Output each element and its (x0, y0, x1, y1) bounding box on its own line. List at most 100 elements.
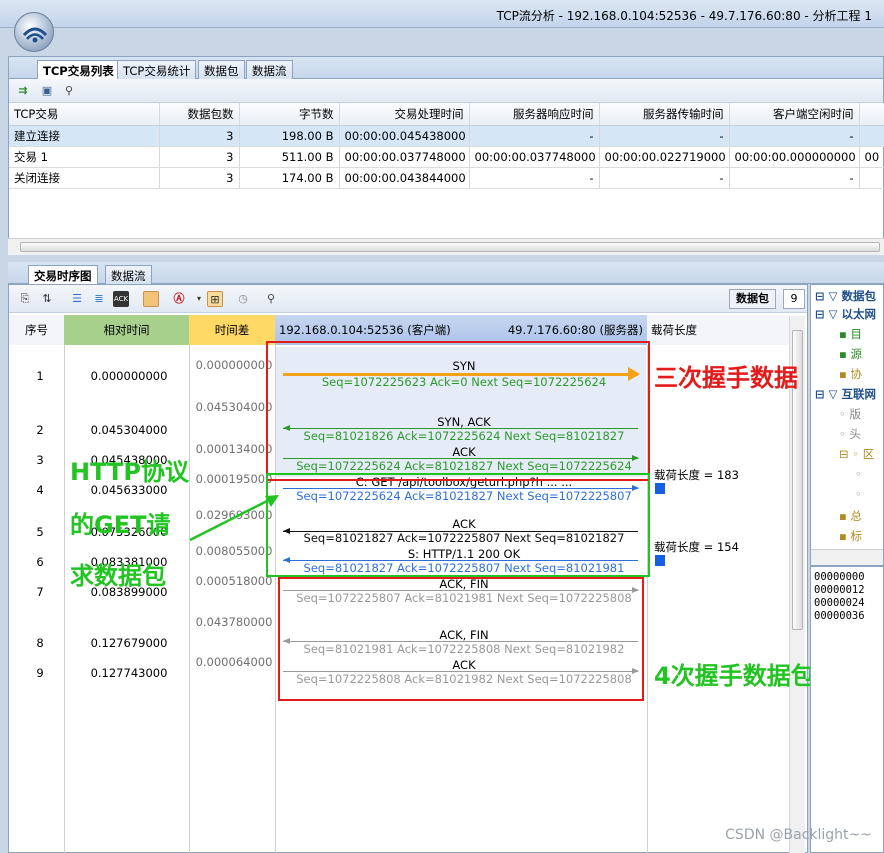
payload-marker (655, 555, 665, 566)
tree-node[interactable]: ◦ (855, 485, 862, 503)
col-header-bytes[interactable]: 字节数 (239, 103, 340, 126)
hex-offset: 00000024 (814, 597, 865, 609)
tab-bottom-data-flow[interactable]: 数据流 (105, 265, 152, 284)
tree-node[interactable]: ◦ 版 (839, 405, 861, 423)
packet-time-diff: 0.043780000 (195, 615, 273, 629)
header-payload: 载荷长度 (647, 315, 789, 345)
tab-tcp-transaction-list[interactable]: TCP交易列表 (37, 60, 120, 80)
tab-sequence-diagram[interactable]: 交易时序图 (28, 265, 98, 285)
tab-packets[interactable]: 数据包 (198, 60, 245, 79)
packet-seq-no: 8 (36, 636, 44, 650)
tree-node[interactable]: ⊟ ◦ 区 (839, 445, 874, 463)
annotation-pointer-arrow (189, 495, 279, 542)
col-header-process-time[interactable]: 交易处理时间 (339, 103, 470, 126)
top-toolbar: ⇉ ▣ ⚲ (9, 79, 883, 103)
tree-icon[interactable]: ⊞ (207, 291, 223, 307)
highlight-icon[interactable] (143, 291, 159, 307)
packet-rel-time: 0.000000000 (90, 369, 168, 383)
title-bar: TCP流分析 - 192.168.0.104:52536 - 49.7.176.… (0, 0, 884, 28)
tree-node[interactable]: ▪ 总 (839, 507, 862, 525)
packet-seq-no: 1 (36, 369, 44, 383)
tree-node[interactable]: ⊟ ▽ 互联网 (815, 385, 876, 403)
packets-count-label: 数据包 (729, 289, 776, 309)
fin-annotation-text: 4次握手数据包 (654, 662, 815, 690)
cell-idle: 00:00:00.000000000 (729, 146, 860, 168)
cell-name: 关闭连接 (9, 167, 160, 189)
cell-name: 建立连接 (9, 125, 160, 147)
tab-tcp-transaction-stats[interactable]: TCP交易统计 (117, 60, 197, 79)
packet-seq-no: 4 (36, 483, 44, 497)
cell-bytes: 511.00 B (239, 146, 340, 168)
cell-idle: - (729, 167, 860, 189)
cell-process: 00:00:00.045438000 (339, 125, 470, 147)
packet-rel-time: 0.045304000 (90, 423, 168, 437)
tree-node[interactable]: ▪ 目 (839, 325, 862, 343)
ack-icon[interactable]: ACK (113, 291, 129, 307)
horizontal-scrollbar[interactable] (8, 238, 884, 255)
transaction-table: TCP交易 数据包数 字节数 交易处理时间 服务器响应时间 服务器传输时间 客户… (9, 103, 884, 189)
col-header-server-transfer-time[interactable]: 服务器传输时间 (599, 103, 730, 126)
chevron-down-icon[interactable]: ▾ (191, 291, 207, 307)
table-row[interactable]: 交易 1 3 511.00 B 00:00:00.037748000 00:00… (9, 146, 884, 168)
tree-node[interactable]: ⊟ ▽ 数据包 (815, 287, 876, 305)
packet-time-diff: 0.000064000 (195, 655, 273, 669)
export-icon[interactable]: ⇉ (15, 83, 31, 99)
packet-seq-no: 5 (36, 525, 44, 539)
list-icon[interactable]: ☰ (69, 291, 85, 307)
cell-extra (859, 167, 884, 189)
swap-icon[interactable]: ⇅ (39, 291, 55, 307)
cell-packets: 3 (159, 167, 240, 189)
handshake-annotation-text: 三次握手数据 (654, 364, 798, 392)
save-icon[interactable]: ▣ (39, 83, 55, 99)
packet-rel-time: 0.127743000 (90, 666, 168, 680)
hex-offset: 00000000 (814, 571, 865, 583)
search-icon[interactable]: ⚲ (61, 83, 77, 99)
packet-tree-panel: ⊟ ▽ 数据包 ⊟ ▽ 以太网 ▪ 目 ▪ 源 ▪ 协 ⊟ ▽ 互联网 ◦ 版 … (810, 284, 884, 566)
cell-process: 00:00:00.043844000 (339, 167, 470, 189)
handshake-annotation-box (266, 341, 650, 481)
header-rel-time: 相对时间 (64, 315, 189, 345)
watermark-text: CSDN @Backlight~~ (725, 827, 872, 843)
tree-node[interactable]: ▪ 源 (839, 345, 862, 363)
cell-name: 交易 1 (9, 146, 160, 168)
cell-trans: - (599, 125, 730, 147)
tree-horizontal-scrollbar[interactable] (811, 549, 883, 565)
cell-process: 00:00:00.037748000 (339, 146, 470, 168)
col-header-client-idle-time[interactable]: 客户端空闲时间 (729, 103, 860, 126)
copy-icon[interactable]: ⎘ (17, 291, 33, 307)
table-row[interactable]: 建立连接 3 198.00 B 00:00:00.045438000 - - - (9, 125, 884, 147)
scrollbar-thumb[interactable] (20, 242, 880, 252)
column-divider (189, 345, 190, 853)
tree-node[interactable]: ◦ 头 (839, 425, 861, 443)
col-header-tcp-transaction[interactable]: TCP交易 (9, 103, 160, 126)
cell-packets: 3 (159, 146, 240, 168)
cell-resp: - (469, 125, 600, 147)
packet-rel-time: 0.127679000 (90, 636, 168, 650)
app-logo[interactable] (14, 12, 54, 52)
fin-annotation-box (278, 577, 644, 701)
hex-view-panel: 00000000 00000012 00000024 00000036 (810, 566, 884, 853)
tree-node[interactable]: ⊟ ▽ 以太网 (815, 305, 876, 323)
tree-node[interactable]: ◦ (855, 465, 862, 483)
tree-node[interactable]: ▪ 协 (839, 365, 862, 383)
tab-data-flow[interactable]: 数据流 (246, 60, 293, 79)
packet-seq-no: 9 (36, 666, 44, 680)
cell-packets: 3 (159, 125, 240, 147)
col-header-extra[interactable] (859, 103, 884, 126)
indent-list-icon[interactable]: ≣ (91, 291, 107, 307)
font-color-icon[interactable]: Ⓐ (171, 291, 187, 307)
cell-resp: 00:00:00.037748000 (469, 146, 600, 168)
packet-time-diff: 0.000518000 (195, 574, 273, 588)
cell-extra: 00 (859, 146, 884, 168)
cell-bytes: 174.00 B (239, 167, 340, 189)
tree-node[interactable]: ▪ 标 (839, 527, 862, 545)
window-title: TCP流分析 - 192.168.0.104:52536 - 49.7.176.… (496, 9, 872, 23)
clock-icon[interactable]: ◷ (235, 291, 251, 307)
search-icon[interactable]: ⚲ (263, 291, 279, 307)
col-header-server-response-time[interactable]: 服务器响应时间 (469, 103, 600, 126)
table-row[interactable]: 关闭连接 3 174.00 B 00:00:00.043844000 - - - (9, 167, 884, 189)
top-tab-bar: TCP交易列表 TCP交易统计 数据包 数据流 (9, 57, 883, 80)
col-header-packet-count[interactable]: 数据包数 (159, 103, 240, 126)
payload-marker (655, 483, 665, 494)
header-time-diff: 时间差 (189, 315, 275, 345)
